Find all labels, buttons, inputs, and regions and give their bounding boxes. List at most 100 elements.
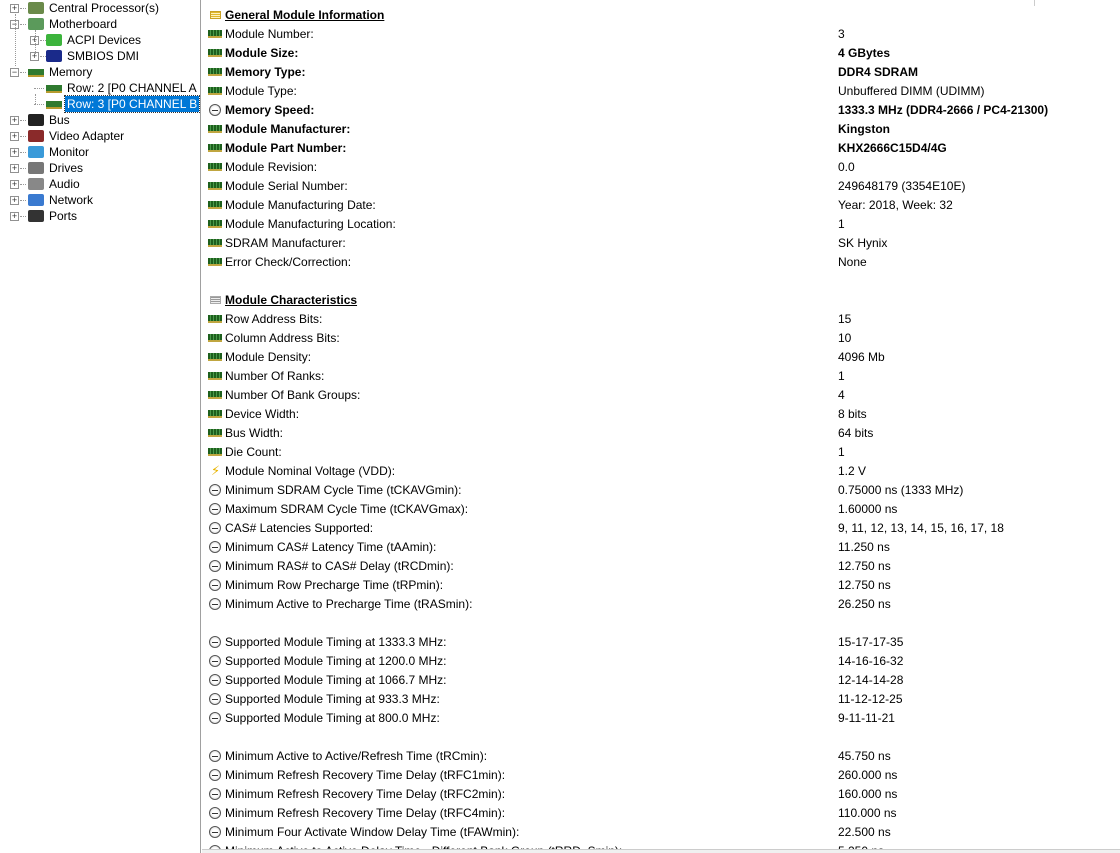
property-row[interactable]: Memory Speed: 1333.3 MHz (DDR4-2666 / PC4… bbox=[202, 101, 1120, 120]
clock-icon bbox=[208, 484, 222, 497]
expand-icon[interactable]: + bbox=[10, 212, 19, 221]
property-row[interactable]: Module Manufacturing Date: Year: 2018, We… bbox=[202, 196, 1120, 215]
property-row[interactable]: Die Count: 1 bbox=[202, 443, 1120, 462]
property-row[interactable]: Row Address Bits: 15 bbox=[202, 310, 1120, 329]
tree-item-drives[interactable]: Drives bbox=[28, 160, 85, 176]
property-row[interactable]: Minimum Refresh Recovery Time Delay (tRF… bbox=[202, 804, 1120, 823]
expand-icon[interactable]: + bbox=[10, 180, 19, 189]
property-label: Minimum Refresh Recovery Time Delay (tRF… bbox=[225, 806, 506, 820]
property-row[interactable]: Minimum Four Activate Window Delay Time … bbox=[202, 823, 1120, 842]
property-row[interactable]: Bus Width: 64 bits bbox=[202, 424, 1120, 443]
horizontal-scrollbar[interactable] bbox=[202, 849, 1120, 853]
property-row[interactable]: Minimum Row Precharge Time (tRPmin): 12.7… bbox=[202, 576, 1120, 595]
property-row[interactable]: Device Width: 8 bits bbox=[202, 405, 1120, 424]
property-value: 110.000 ns bbox=[838, 806, 897, 820]
property-row[interactable]: SDRAM Manufacturer: SK Hynix bbox=[202, 234, 1120, 253]
tree-connector bbox=[20, 72, 26, 73]
memory-module-icon bbox=[208, 123, 222, 136]
spacer-row bbox=[202, 728, 1120, 747]
property-row[interactable]: Minimum Active to Precharge Time (tRASmi… bbox=[202, 595, 1120, 614]
property-row[interactable]: Module Serial Number: 249648179 (3354E10E… bbox=[202, 177, 1120, 196]
property-row[interactable]: Module Type: Unbuffered DIMM (UDIMM) bbox=[202, 82, 1120, 101]
property-row[interactable]: Minimum SDRAM Cycle Time (tCKAVGmin): 0.7… bbox=[202, 481, 1120, 500]
property-value: 1 bbox=[838, 369, 845, 383]
property-value: 249648179 (3354E10E) bbox=[838, 179, 966, 193]
expand-icon[interactable]: + bbox=[10, 116, 19, 125]
property-row[interactable]: Module Part Number: KHX2666C15D4/4G bbox=[202, 139, 1120, 158]
clock-icon bbox=[208, 693, 222, 706]
property-row[interactable]: Supported Module Timing at 800.0 MHz: 9-1… bbox=[202, 709, 1120, 728]
property-value: 1.2 V bbox=[838, 464, 867, 478]
tree-item-row-3-p0-channel-b[interactable]: Row: 3 [P0 CHANNEL B bbox=[46, 95, 200, 113]
property-row[interactable]: Module Size: 4 GBytes bbox=[202, 44, 1120, 63]
property-label: Column Address Bits: bbox=[225, 331, 340, 345]
memory-module-icon bbox=[208, 66, 222, 79]
property-row[interactable]: Number Of Bank Groups: 4 bbox=[202, 386, 1120, 405]
property-value: 1333.3 MHz (DDR4-2666 / PC4-21300) bbox=[838, 103, 1049, 117]
tree-item-acpi-devices[interactable]: ACPI Devices bbox=[46, 32, 143, 48]
expand-icon[interactable]: + bbox=[10, 4, 19, 13]
property-row[interactable]: Number Of Ranks: 1 bbox=[202, 367, 1120, 386]
clock-icon bbox=[208, 598, 222, 611]
tree-item-audio[interactable]: Audio bbox=[28, 176, 82, 192]
property-label: CAS# Latencies Supported: bbox=[225, 521, 374, 535]
tree-item-label: Ports bbox=[49, 209, 78, 223]
expand-icon[interactable]: + bbox=[10, 196, 19, 205]
device-tree[interactable]: + Central Processor(s) − Motherboard + ACPI D… bbox=[0, 0, 201, 853]
memory-module-icon bbox=[208, 237, 222, 250]
tree-item-network[interactable]: Network bbox=[28, 192, 95, 208]
property-row[interactable]: CAS# Latencies Supported: 9, 11, 12, 13, … bbox=[202, 519, 1120, 538]
property-row[interactable]: Memory Type: DDR4 SDRAM bbox=[202, 63, 1120, 82]
clock-icon bbox=[208, 636, 222, 649]
tree-item-monitor[interactable]: Monitor bbox=[28, 144, 91, 160]
property-value: 26.250 ns bbox=[838, 597, 891, 611]
tree-item-smbios-dmi[interactable]: SMBIOS DMI bbox=[46, 48, 141, 64]
tree-connector bbox=[20, 136, 26, 137]
property-label: Module Density: bbox=[225, 350, 312, 364]
expand-icon[interactable]: + bbox=[10, 132, 19, 141]
property-row[interactable]: Minimum Refresh Recovery Time Delay (tRF… bbox=[202, 766, 1120, 785]
property-row[interactable]: Column Address Bits: 10 bbox=[202, 329, 1120, 348]
expand-icon[interactable]: + bbox=[10, 164, 19, 173]
tree-item-memory[interactable]: Memory bbox=[28, 64, 94, 80]
tree-item-row-2-p0-channel-a[interactable]: Row: 2 [P0 CHANNEL A bbox=[46, 80, 199, 96]
property-row[interactable]: ⚡ Module Nominal Voltage (VDD): 1.2 V bbox=[202, 462, 1120, 481]
property-row[interactable]: Supported Module Timing at 1333.3 MHz: 15… bbox=[202, 633, 1120, 652]
property-row[interactable]: Module Number: 3 bbox=[202, 25, 1120, 44]
property-label: Minimum Active to Active/Refresh Time (t… bbox=[225, 749, 488, 763]
property-row[interactable]: Minimum Active to Active/Refresh Time (t… bbox=[202, 747, 1120, 766]
tree-item-central-processor-s[interactable]: Central Processor(s) bbox=[28, 0, 161, 16]
property-value: 12.750 ns bbox=[838, 578, 891, 592]
property-row[interactable]: Minimum RAS# to CAS# Delay (tRCDmin): 12.… bbox=[202, 557, 1120, 576]
property-row[interactable]: Supported Module Timing at 1200.0 MHz: 14… bbox=[202, 652, 1120, 671]
tree-item-motherboard[interactable]: Motherboard bbox=[28, 16, 119, 32]
tree-item-video-adapter[interactable]: Video Adapter bbox=[28, 128, 126, 144]
property-row[interactable]: Supported Module Timing at 933.3 MHz: 11-… bbox=[202, 690, 1120, 709]
property-row[interactable]: Module Manufacturing Location: 1 bbox=[202, 215, 1120, 234]
property-row[interactable]: Error Check/Correction: None bbox=[202, 253, 1120, 272]
collapse-icon[interactable]: − bbox=[10, 68, 19, 77]
property-row[interactable]: Minimum Refresh Recovery Time Delay (tRF… bbox=[202, 785, 1120, 804]
property-row[interactable]: Minimum Active to Active Delay Time - Di… bbox=[202, 842, 1120, 849]
property-row[interactable]: Module Revision: 0.0 bbox=[202, 158, 1120, 177]
tree-item-ports[interactable]: Ports bbox=[28, 208, 79, 224]
property-row[interactable]: Maximum SDRAM Cycle Time (tCKAVGmax): 1.6… bbox=[202, 500, 1120, 519]
section-header[interactable]: General Module Information bbox=[202, 6, 1120, 25]
section-header[interactable]: Module Characteristics bbox=[202, 291, 1120, 310]
property-row[interactable]: Supported Module Timing at 1066.7 MHz: 12… bbox=[202, 671, 1120, 690]
video-adapter-icon bbox=[28, 130, 44, 142]
property-row[interactable]: Module Density: 4096 Mb bbox=[202, 348, 1120, 367]
property-value: Year: 2018, Week: 32 bbox=[838, 198, 953, 212]
property-label: Minimum SDRAM Cycle Time (tCKAVGmin): bbox=[225, 483, 462, 497]
tree-item-bus[interactable]: Bus bbox=[28, 112, 72, 128]
memory-module-icon bbox=[208, 161, 222, 174]
property-label: Module Serial Number: bbox=[225, 179, 348, 193]
property-row[interactable]: Minimum CAS# Latency Time (tAAmin): 11.25… bbox=[202, 538, 1120, 557]
property-value: Kingston bbox=[838, 122, 890, 136]
property-row[interactable]: Module Manufacturer: Kingston bbox=[202, 120, 1120, 139]
property-value: 4 GBytes bbox=[838, 46, 891, 60]
property-label: Module Part Number: bbox=[225, 141, 347, 155]
property-value: 1 bbox=[838, 445, 845, 459]
clock-icon bbox=[208, 522, 222, 535]
expand-icon[interactable]: + bbox=[10, 148, 19, 157]
